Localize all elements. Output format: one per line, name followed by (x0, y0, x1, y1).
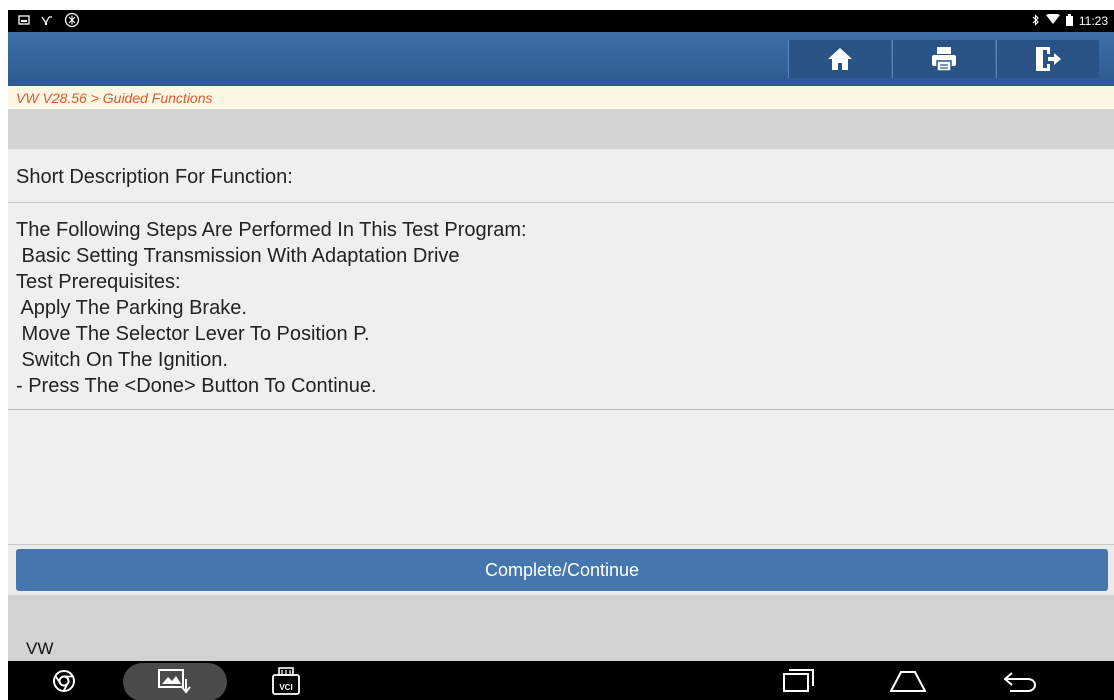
print-icon (932, 47, 956, 72)
top-toolbar (8, 32, 1114, 86)
clock-text: 11:23 (1078, 14, 1108, 28)
description-line: The Following Steps Are Performed In Thi… (16, 219, 527, 241)
chrome-button[interactable] (44, 661, 84, 700)
print-button[interactable] (892, 40, 995, 78)
exit-button[interactable] (996, 40, 1099, 78)
back-icon (1003, 671, 1036, 692)
section-header: Short Description For Function: (8, 150, 1114, 203)
vci-label: VCI (279, 683, 292, 692)
complete-continue-button[interactable]: Complete/Continue (16, 549, 1108, 591)
footer: VW (8, 595, 1114, 661)
vci-button[interactable]: VCI (266, 661, 306, 700)
section-title: Short Description For Function: (16, 166, 293, 188)
battery-icon (1065, 13, 1073, 29)
back-button[interactable] (998, 661, 1042, 700)
gallery-icon (18, 14, 30, 29)
recent-apps-icon (783, 668, 814, 692)
usb-debug-icon (40, 14, 54, 29)
home-nav-button[interactable] (886, 661, 930, 700)
description-line: - Press The <Done> Button To Continue. (16, 375, 377, 397)
exit-icon (1036, 47, 1061, 71)
bluetooth-icon (1032, 13, 1040, 29)
breadcrumb: VW V28.56 > Guided Functions (8, 86, 1114, 109)
empty-area (8, 410, 1114, 545)
screenshot-button[interactable] (148, 661, 202, 700)
footer-vehicle-label: VW (26, 639, 54, 658)
screenshot-icon (158, 668, 191, 694)
app-frame: 11:23 VW V28.56 > Guided Functions Short… (8, 10, 1114, 700)
home-button[interactable] (788, 40, 891, 78)
settings-icon (64, 12, 80, 31)
breadcrumb-text: VW V28.56 > Guided Functions (16, 90, 213, 106)
description-line: Test Prerequisites: (16, 271, 181, 293)
description-panel: The Following Steps Are Performed In Thi… (8, 203, 1114, 410)
wifi-icon (1045, 13, 1060, 28)
spacer-bar (8, 109, 1114, 149)
description-line: Move The Selector Lever To Position P. (16, 323, 370, 345)
vci-icon: VCI (272, 666, 300, 695)
description-line: Apply The Parking Brake. (16, 297, 247, 319)
recent-apps-button[interactable] (778, 661, 818, 700)
description-line: Switch On The Ignition. (16, 349, 228, 371)
status-bar: 11:23 (8, 10, 1114, 32)
home-icon (828, 48, 852, 70)
home-nav-icon (889, 670, 927, 692)
system-nav-bar: VCI (8, 661, 1114, 700)
chrome-icon (53, 669, 75, 692)
description-line: Basic Setting Transmission With Adaptati… (16, 245, 460, 267)
